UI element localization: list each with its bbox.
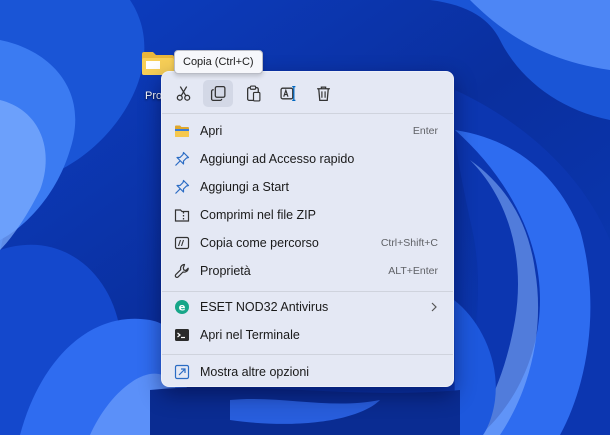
- delete-button[interactable]: [308, 80, 338, 107]
- menu-item-shortcut: Ctrl+Shift+C: [380, 237, 438, 249]
- menu-item-shortcut: Enter: [412, 125, 438, 137]
- copy-button[interactable]: [203, 80, 233, 107]
- cut-button[interactable]: [168, 80, 198, 107]
- paste-icon: [246, 85, 260, 102]
- menu-item-comprimi-zip[interactable]: Comprimi nel file ZIP: [166, 201, 451, 229]
- menu-divider: [162, 291, 453, 292]
- chevron-right-icon: [431, 302, 437, 312]
- copy-icon: [210, 85, 226, 102]
- menu-item-shortcut: ALT+Enter: [388, 265, 438, 277]
- paste-button[interactable]: [238, 80, 268, 107]
- menu-item-proprieta[interactable]: Proprietà ALT+Enter: [166, 257, 451, 285]
- menu-item-label: Aggiungi a Start: [200, 180, 289, 194]
- menu-item-label: Comprimi nel file ZIP: [200, 208, 316, 222]
- zip-icon: [174, 207, 190, 223]
- menu-item-apri-terminale[interactable]: Apri nel Terminale: [166, 321, 451, 349]
- pin-icon: [174, 179, 190, 195]
- svg-text:e: e: [179, 303, 186, 314]
- rename-icon: [279, 85, 295, 102]
- menu-item-label: Apri nel Terminale: [200, 328, 300, 342]
- scissors-icon: [176, 86, 190, 101]
- desktop-folder-label: Pro: [145, 90, 163, 102]
- pin-icon: [174, 151, 190, 167]
- menu-divider: [162, 113, 453, 114]
- menu-item-label: Apri: [200, 124, 223, 138]
- path-icon: [174, 235, 190, 251]
- menu-item-mostra-altre-opzioni[interactable]: Mostra altre opzioni: [166, 358, 451, 386]
- rename-button[interactable]: [273, 80, 303, 107]
- menu-divider: [162, 354, 453, 355]
- folder-icon: [174, 123, 190, 139]
- menu-item-aggiungi-start[interactable]: Aggiungi a Start: [166, 173, 451, 201]
- menu-item-label: Copia come percorso: [200, 236, 319, 250]
- menu-item-apri[interactable]: Apri Enter: [166, 117, 451, 145]
- terminal-icon: [174, 327, 190, 343]
- copy-tooltip: Copia (Ctrl+C): [174, 50, 263, 74]
- menu-item-eset-nod32[interactable]: e ESET NOD32 Antivirus: [166, 293, 451, 321]
- context-menu-toolbar: [162, 72, 453, 113]
- menu-item-aggiungi-accesso-rapido[interactable]: Aggiungi ad Accesso rapido: [166, 145, 451, 173]
- menu-item-copia-percorso[interactable]: Copia come percorso Ctrl+Shift+C: [166, 229, 451, 257]
- context-menu: Apri Enter Aggiungi ad Accesso rapido Ag…: [161, 71, 454, 387]
- more-options-icon: [174, 364, 190, 380]
- menu-item-label: Proprietà: [200, 264, 251, 278]
- eset-icon: e: [174, 299, 190, 315]
- menu-item-label: ESET NOD32 Antivirus: [200, 300, 329, 314]
- trash-icon: [316, 86, 330, 102]
- menu-item-label: Mostra altre opzioni: [200, 365, 310, 379]
- wrench-icon: [174, 263, 190, 279]
- menu-item-label: Aggiungi ad Accesso rapido: [200, 152, 355, 166]
